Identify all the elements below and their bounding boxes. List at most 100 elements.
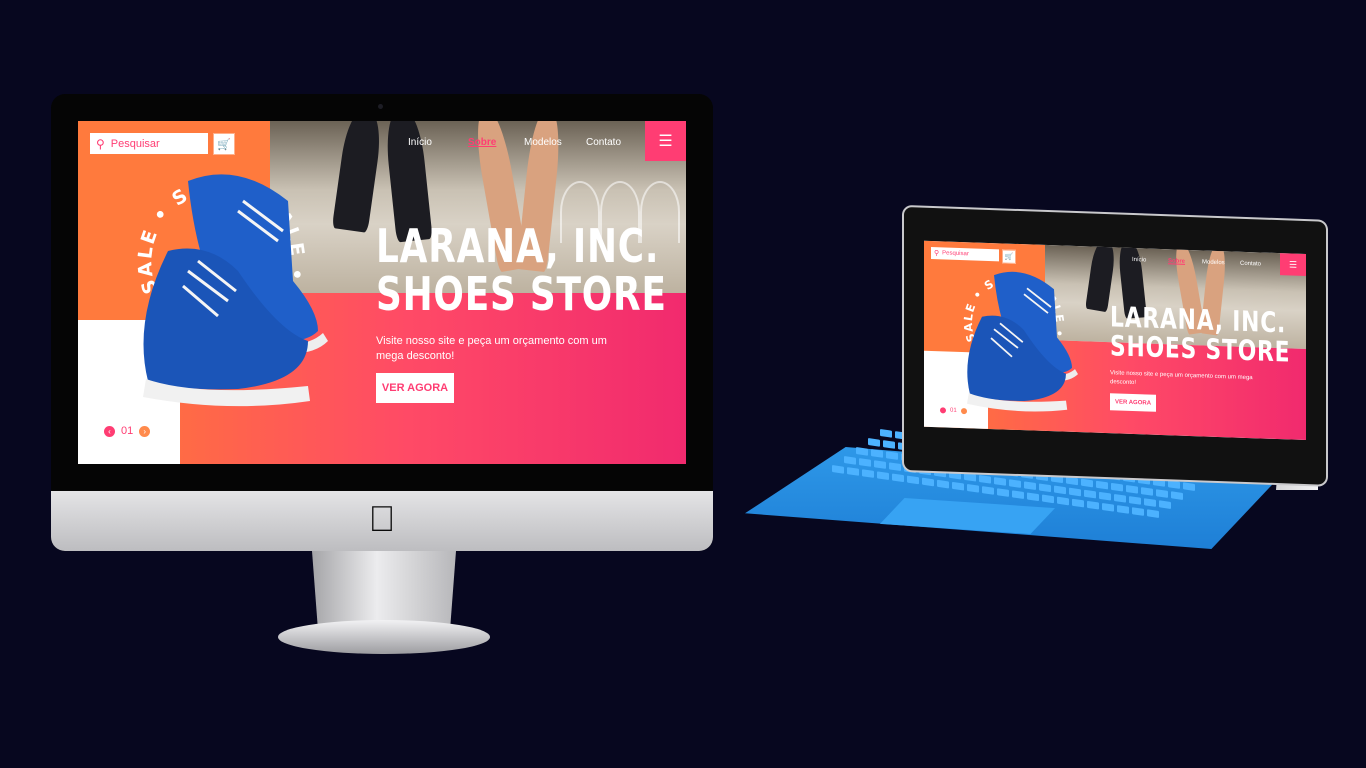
imac-stand-base [278, 620, 490, 654]
nav-inicio[interactable]: Início [408, 137, 432, 148]
keyboard-key [1027, 492, 1039, 502]
keyboard-key [1141, 487, 1153, 496]
keyboard-key [1168, 480, 1180, 489]
search-icon: ⚲ [96, 136, 105, 151]
keyboard-key [982, 486, 994, 495]
headline-line2: SHOES STORE [1110, 329, 1291, 369]
menu-icon: ☰ [1288, 258, 1298, 270]
keyboard-key [937, 479, 949, 489]
cart-button[interactable]: 🛒 [1002, 249, 1016, 264]
keyboard-key [967, 483, 979, 493]
keyboard-key [844, 456, 856, 465]
page-number: 01 [121, 425, 134, 437]
menu-button[interactable]: ☰ [645, 121, 686, 161]
desktop-website: ⚲ Pesquisar 🛒 Início Sobre Modelos Conta… [78, 121, 686, 464]
search-icon: ⚲ [934, 250, 940, 258]
keyboard-key [832, 465, 844, 474]
keyboard-key [892, 473, 904, 483]
keyboard-key [1183, 482, 1195, 491]
keyboard-key [949, 470, 961, 480]
shoes-illustration: SALE • SALE • SALE • [961, 269, 1078, 412]
keyboard-key [1159, 500, 1171, 509]
keyboard-key [1072, 498, 1084, 508]
keyboard-key [1042, 494, 1054, 504]
keyboard-key [1144, 498, 1156, 507]
slide-pager: ‹ 01 › [104, 425, 151, 437]
nav-contato[interactable]: Contato [1240, 261, 1261, 268]
keyboard-key [1171, 491, 1183, 500]
keyboard-key [997, 488, 1009, 497]
keyboard-key [1153, 478, 1165, 487]
nav-modelos[interactable]: Modelos [524, 137, 562, 148]
keyboard-key [1057, 496, 1069, 506]
keyboard-key [1147, 509, 1159, 518]
apple-logo-icon:  [369, 501, 396, 537]
keyboard-key [847, 467, 859, 476]
prev-slide-button[interactable]: ‹ [104, 425, 115, 437]
keyboard-key [994, 477, 1006, 486]
cart-icon: 🛒 [1004, 253, 1014, 261]
keyboard-key [1114, 493, 1126, 503]
headline-line2: SHOES STORE [376, 267, 667, 321]
search-placeholder: Pesquisar [110, 137, 160, 150]
prev-slide-button[interactable] [940, 407, 946, 414]
menu-icon: ☰ [658, 133, 673, 150]
keyboard-key [1099, 491, 1111, 501]
next-slide-button[interactable]: › [139, 425, 151, 437]
keyboard-key [889, 462, 901, 472]
nav-contato[interactable]: Contato [586, 137, 621, 148]
headline-line1: LARANA, INC. [376, 219, 660, 273]
imac-stand-neck [312, 551, 456, 627]
keyboard-key [1012, 490, 1024, 500]
nav-sobre[interactable]: Sobre [1168, 258, 1185, 265]
keyboard-key [1156, 489, 1168, 498]
tablet-website: ⚲ Pesquisar 🛒 Início Sobre Modelos Conta… [924, 240, 1306, 441]
keyboard-key [964, 472, 976, 482]
next-slide-button[interactable] [960, 407, 967, 415]
hero-subtitle: Visite nosso site e peça um orçamento co… [376, 335, 607, 362]
keyboard-key [868, 438, 880, 447]
ver-agora-button[interactable]: VER AGORA [376, 373, 454, 403]
keyboard-key [1126, 484, 1138, 494]
keyboard-key [1084, 489, 1096, 499]
imac-camera [378, 104, 383, 109]
search-input[interactable]: ⚲ Pesquisar [931, 246, 999, 262]
keyboard-key [1051, 474, 1063, 484]
page-number: 01 [950, 407, 957, 414]
keyboard-key [859, 458, 871, 467]
keyboard-key [1069, 487, 1081, 497]
keyboard-key [1129, 496, 1141, 505]
search-input[interactable]: ⚲ Pesquisar [90, 133, 208, 154]
keyboard-key [856, 447, 868, 456]
slide-pager: 01 [940, 407, 967, 415]
nav-inicio[interactable]: Início [1132, 257, 1146, 264]
imac-chin:  [51, 491, 713, 551]
keyboard-key [979, 474, 991, 484]
keyboard-key [1102, 502, 1114, 512]
search-placeholder: Pesquisar [942, 250, 969, 258]
menu-button[interactable]: ☰ [1280, 253, 1306, 277]
cart-button[interactable]: 🛒 [213, 133, 235, 155]
ver-agora-button[interactable]: VER AGORA [1110, 393, 1156, 412]
keyboard-key [1132, 507, 1144, 516]
tablet: ⚲ Pesquisar 🛒 Início Sobre Modelos Conta… [904, 207, 1326, 485]
keyboard-key [1087, 500, 1099, 510]
keyboard-key [1096, 480, 1108, 490]
keyboard-key [907, 475, 919, 485]
keyboard-key [952, 481, 964, 491]
nav-modelos[interactable]: Modelos [1202, 259, 1225, 266]
keyboard-key [1117, 505, 1129, 514]
keyboard-key [1054, 485, 1066, 495]
shoes-illustration: SALE • SALE • SALE • [134, 174, 328, 407]
keyboard-key [871, 449, 883, 458]
keyboard-key [1066, 476, 1078, 486]
keyboard-key [883, 440, 895, 449]
keyboard-key [1081, 478, 1093, 488]
keyboard-key [877, 471, 889, 481]
keyboard-key [1039, 483, 1051, 493]
keyboard-key [862, 469, 874, 478]
keyboard-key [1009, 479, 1021, 488]
keyboard-key [880, 429, 892, 438]
keyboard-key [922, 477, 934, 487]
nav-sobre[interactable]: Sobre [468, 137, 496, 148]
